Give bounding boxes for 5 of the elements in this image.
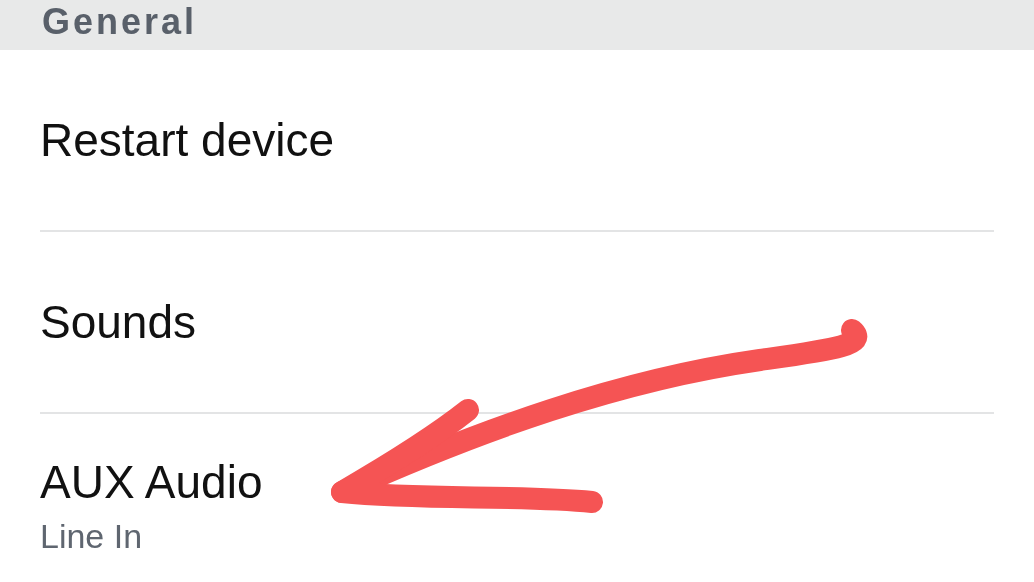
menu-item-subtitle: Line In <box>40 516 143 556</box>
menu-item[interactable]: AUX Audio <box>40 456 263 508</box>
section-title: General <box>42 4 198 40</box>
menu-item[interactable]: Sounds <box>40 296 196 348</box>
menu-item[interactable]: Restart device <box>40 114 334 166</box>
